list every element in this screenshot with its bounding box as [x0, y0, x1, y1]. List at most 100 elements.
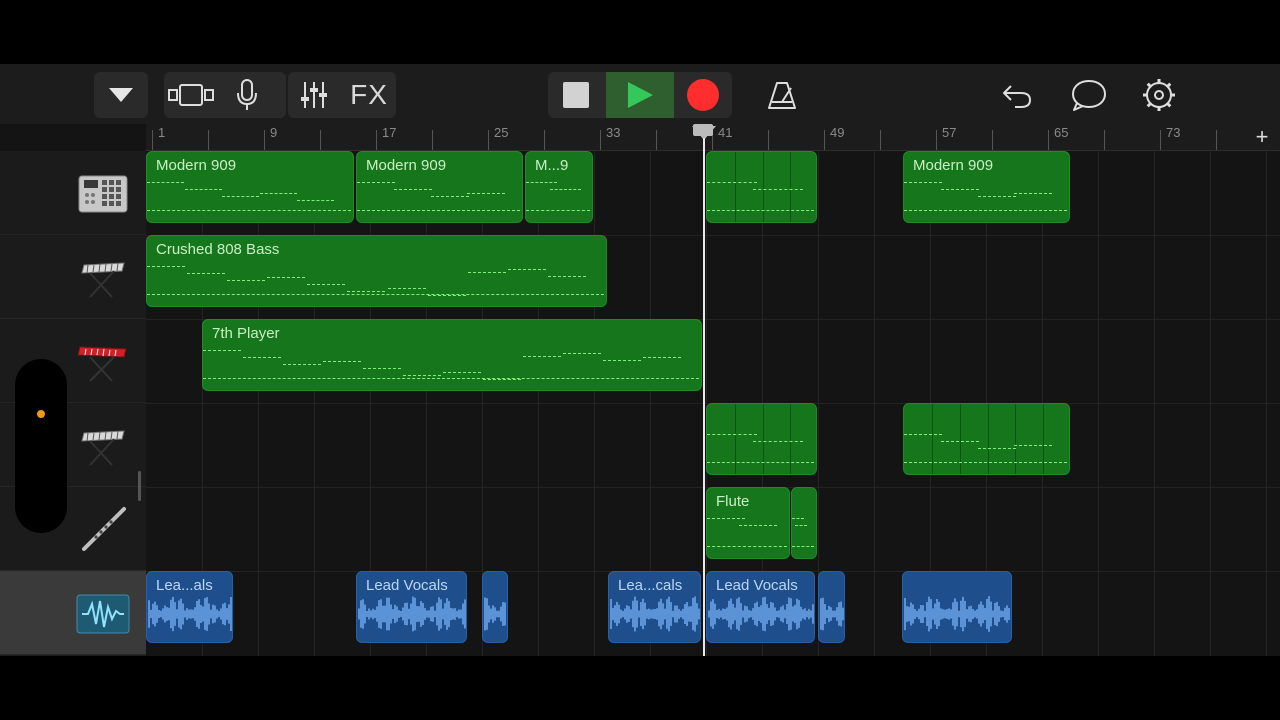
midi-note	[563, 353, 601, 354]
waveform-path	[358, 596, 466, 632]
midi-region[interactable]: 7th Player	[202, 319, 702, 391]
midi-note	[792, 546, 814, 547]
tracks-grid[interactable]: Modern 909 Modern 909 M...9 Modern 909 Crush…	[146, 151, 1280, 656]
midi-note	[792, 518, 804, 519]
midi-note	[428, 295, 466, 296]
undo-button[interactable]	[994, 72, 1040, 118]
audio-region[interactable]	[482, 571, 508, 643]
tracks-menu-icon	[109, 88, 133, 102]
volume-slider[interactable]	[15, 359, 67, 533]
midi-note	[753, 441, 803, 442]
midi-region[interactable]	[791, 487, 817, 559]
ruler-bar-label: 25	[494, 125, 509, 140]
midi-note	[523, 356, 561, 357]
waveform-path	[904, 596, 1010, 632]
view-toggle-button[interactable]	[164, 72, 218, 118]
flute-icon	[82, 507, 126, 551]
midi-note	[526, 182, 557, 183]
midi-region[interactable]: Crushed 808 Bass	[146, 235, 607, 307]
ruler-minor-tick	[768, 130, 769, 150]
region-name: Modern 909	[913, 157, 994, 174]
midi-note	[147, 182, 184, 183]
audio-waveform	[820, 597, 844, 631]
ruler-bar-label: 1	[158, 125, 166, 140]
ruler-tick	[264, 130, 265, 150]
midi-note	[526, 210, 590, 211]
waveform-path	[708, 596, 814, 632]
midi-note	[283, 364, 321, 365]
midi-note	[643, 357, 681, 358]
red-synth-icon	[77, 346, 127, 382]
microphone-icon	[237, 79, 257, 110]
midi-note	[508, 269, 546, 270]
ruler-minor-tick	[544, 130, 545, 150]
midi-note	[187, 273, 225, 274]
midi-notes	[203, 344, 701, 384]
midi-region[interactable]: M...9	[525, 151, 593, 223]
ruler-bar-label: 57	[942, 125, 957, 140]
region-name: Lea...cals	[618, 577, 683, 594]
add-section-button[interactable]: +	[1250, 124, 1274, 150]
microphone-button[interactable]	[222, 72, 272, 118]
loop-browser-button[interactable]	[1066, 72, 1112, 118]
midi-region[interactable]	[903, 403, 1070, 475]
region-name: Modern 909	[156, 157, 237, 174]
headers-scrollbar[interactable]	[138, 471, 141, 501]
audio-region[interactable]: Lea...cals	[608, 571, 701, 643]
ruler-bar-label: 9	[270, 125, 278, 140]
midi-region[interactable]: Modern 909	[903, 151, 1070, 223]
midi-note	[323, 361, 361, 362]
midi-note	[1014, 445, 1052, 446]
audio-region[interactable]	[902, 571, 1012, 643]
region-name: Lead Vocals	[716, 577, 798, 594]
metronome-button[interactable]	[758, 72, 806, 118]
fx-button[interactable]: FX	[342, 72, 396, 118]
ruler-bar-label: 33	[606, 125, 621, 140]
midi-region[interactable]	[706, 151, 817, 223]
region-name: Lea...als	[156, 577, 213, 594]
volume-indicator	[37, 410, 45, 418]
audio-region[interactable]: Lea...als	[146, 571, 233, 643]
midi-region[interactable]: Flute	[706, 487, 790, 559]
track-headers	[0, 151, 146, 656]
audio-waveform	[358, 596, 466, 632]
midi-note	[707, 434, 757, 435]
midi-note	[904, 462, 1067, 463]
ruler-tick	[1048, 130, 1049, 150]
ruler-bar-label: 73	[1166, 125, 1181, 140]
ruler-minor-tick	[1104, 130, 1105, 150]
midi-note	[147, 294, 604, 295]
mixer-button[interactable]	[290, 72, 338, 118]
midi-note	[468, 272, 506, 273]
playhead[interactable]	[703, 138, 705, 656]
settings-icon	[1143, 79, 1175, 111]
ruler-bar-label: 49	[830, 125, 845, 140]
midi-notes	[526, 176, 592, 216]
track-header-drums[interactable]	[0, 151, 146, 235]
record-button[interactable]	[678, 72, 728, 118]
midi-note	[753, 189, 803, 190]
audio-region[interactable]: Lead Vocals	[356, 571, 467, 643]
midi-region[interactable]: Modern 909	[146, 151, 354, 223]
midi-note	[603, 360, 641, 361]
waveform-path	[820, 597, 844, 631]
midi-note	[431, 196, 469, 197]
midi-note	[739, 525, 777, 526]
settings-button[interactable]	[1136, 72, 1182, 118]
midi-note	[227, 280, 265, 281]
audio-region[interactable]	[818, 571, 845, 643]
midi-region[interactable]: Modern 909	[356, 151, 523, 223]
midi-region[interactable]	[706, 403, 817, 475]
ruler-minor-tick	[208, 130, 209, 150]
track-header-bass[interactable]	[0, 235, 146, 319]
play-button[interactable]	[606, 72, 674, 118]
metronome-icon	[768, 82, 796, 109]
midi-note	[363, 368, 401, 369]
record-icon	[687, 79, 719, 111]
region-name: Modern 909	[366, 157, 447, 174]
track-header-vocals[interactable]	[0, 571, 146, 655]
stop-button[interactable]	[552, 72, 600, 118]
midi-notes	[357, 176, 522, 216]
audio-region[interactable]: Lead Vocals	[706, 571, 815, 643]
tracks-menu-button[interactable]	[94, 72, 148, 118]
